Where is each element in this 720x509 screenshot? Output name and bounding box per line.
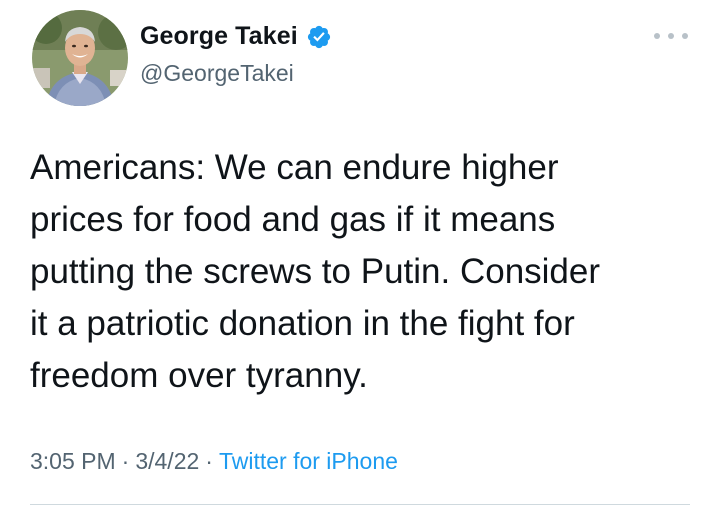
author-handle[interactable]: @GeorgeTakei [140,60,294,87]
verified-badge-icon [307,25,330,48]
tweet-source-link[interactable]: Twitter for iPhone [219,448,398,475]
divider [30,504,690,505]
tweet-time[interactable]: 3:05 PM [30,448,116,475]
profile-photo-icon [32,10,128,106]
tweet-date[interactable]: 3/4/22 [135,448,199,475]
display-name[interactable]: George Takei [140,22,298,51]
more-dot [654,33,660,39]
tweet-text: Americans: We can endure higher prices f… [30,148,601,395]
more-dot [682,33,688,39]
author-name-row: George Takei [140,22,332,51]
tweet-card: George Takei @GeorgeTakei Americans: We … [0,0,720,509]
avatar[interactable] [32,10,128,106]
meta-separator: · [121,448,130,474]
more-dot [668,33,674,39]
meta-separator: · [205,448,213,474]
tweet-metadata: 3:05 PM · 3/4/22 · Twitter for iPhone [30,448,398,475]
more-options-icon[interactable] [654,26,688,46]
